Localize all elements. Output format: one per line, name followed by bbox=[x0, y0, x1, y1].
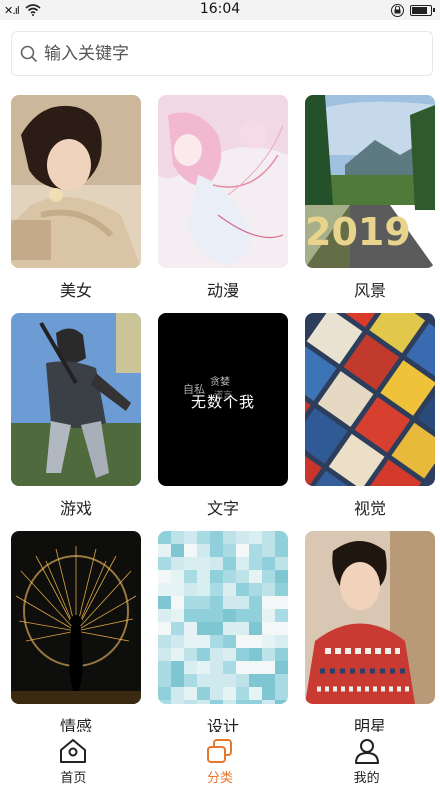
landscape-2019-text: 2019 bbox=[305, 210, 411, 254]
category-thumb-visual bbox=[305, 313, 435, 486]
tab-label: 分类 bbox=[206, 771, 233, 786]
category-card-design[interactable]: 设计 bbox=[158, 531, 288, 736]
user-icon bbox=[354, 739, 379, 764]
tab-label: 我的 bbox=[353, 771, 380, 786]
status-time: 16:04 bbox=[199, 1, 241, 17]
thumb-main-text: 无数个我 bbox=[190, 393, 255, 411]
category-icon bbox=[206, 739, 232, 763]
status-right bbox=[391, 3, 435, 17]
home-icon bbox=[60, 739, 87, 763]
status-left: ✕.ıl bbox=[4, 4, 41, 17]
rotation-lock-icon bbox=[391, 3, 404, 17]
search-input[interactable] bbox=[44, 43, 404, 64]
category-card-landscape[interactable]: 2019 风景 bbox=[305, 95, 435, 300]
wifi-icon bbox=[25, 4, 41, 16]
battery-icon bbox=[410, 4, 435, 16]
category-thumb-beauty bbox=[11, 95, 141, 268]
bottom-tab-bar: 首页 分类 我的 bbox=[0, 732, 440, 790]
category-card-anime[interactable]: 动漫 bbox=[158, 95, 288, 300]
search-box[interactable] bbox=[11, 31, 433, 76]
tab-mine[interactable]: 我的 bbox=[307, 732, 427, 790]
category-label: 文字 bbox=[206, 499, 239, 518]
signal-icon: ✕.ıl bbox=[4, 3, 20, 17]
category-card-beauty[interactable]: 美女 bbox=[11, 95, 141, 300]
category-thumb-design bbox=[158, 531, 288, 704]
category-thumb-game bbox=[11, 313, 141, 486]
search-icon bbox=[20, 45, 38, 62]
category-label: 美女 bbox=[59, 281, 92, 300]
category-card-star[interactable]: 明星 bbox=[305, 531, 435, 736]
category-card-text[interactable]: 自私 贪婪 谎言 无数个我 文字 bbox=[158, 313, 288, 518]
tab-label: 首页 bbox=[60, 771, 87, 786]
category-thumb-landscape: 2019 bbox=[305, 95, 435, 268]
category-card-game[interactable]: 游戏 bbox=[11, 313, 141, 518]
category-label: 动漫 bbox=[206, 281, 239, 300]
tab-home[interactable]: 首页 bbox=[13, 732, 133, 790]
category-label: 风景 bbox=[353, 281, 386, 300]
category-card-emotion[interactable]: 情感 bbox=[11, 531, 141, 736]
thumb-small-text: 贪婪 bbox=[210, 377, 230, 388]
tab-category[interactable]: 分类 bbox=[160, 732, 280, 790]
category-label: 游戏 bbox=[59, 499, 92, 518]
category-thumb-star bbox=[305, 531, 435, 704]
category-thumb-emotion bbox=[11, 531, 141, 704]
category-thumb-anime bbox=[158, 95, 288, 268]
status-bar: ✕.ıl 16:04 bbox=[0, 0, 440, 20]
category-label: 视觉 bbox=[353, 499, 386, 518]
category-card-visual[interactable]: 视觉 bbox=[305, 313, 435, 518]
category-thumb-text: 自私 贪婪 谎言 无数个我 bbox=[158, 313, 288, 486]
